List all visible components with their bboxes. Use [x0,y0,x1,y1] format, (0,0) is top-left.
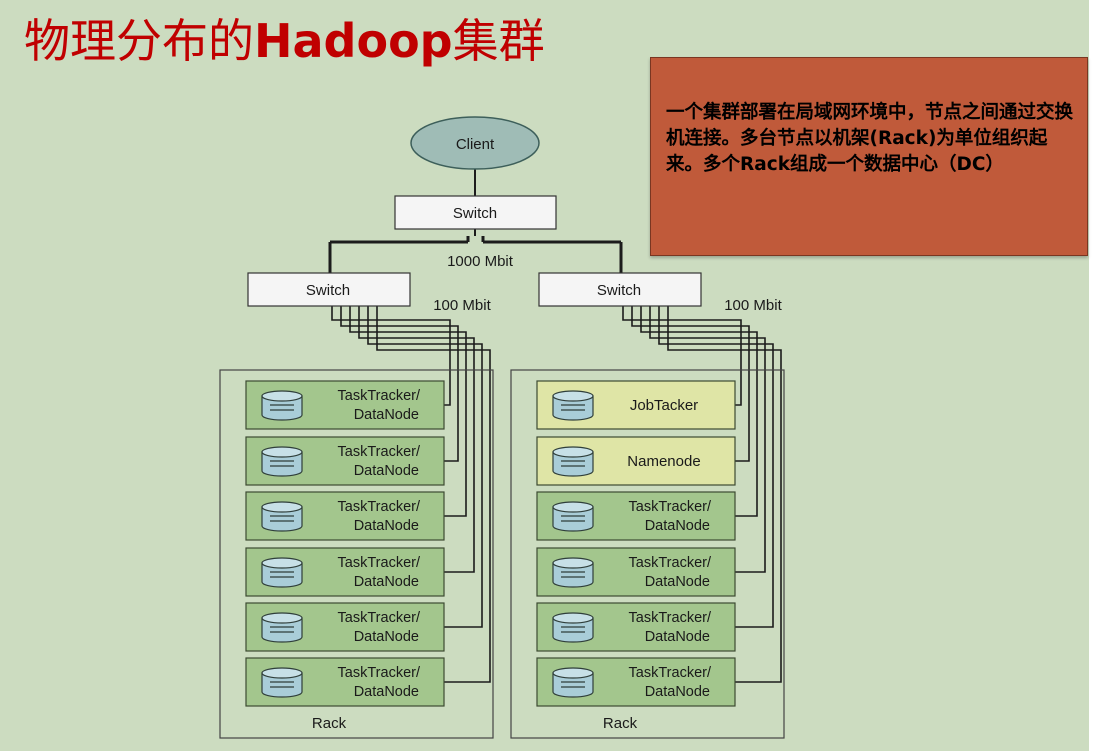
disk-top [552,390,594,402]
rack-label-1: Rack [312,715,347,732]
database-cylinder-icon [261,390,303,421]
disk-top [552,446,594,458]
database-cylinder-icon [261,446,303,477]
node-label-line1: TaskTracker/ [338,610,421,626]
disk-top [261,501,303,513]
node-label-line2: DataNode [645,629,710,645]
node-label-line1: TaskTracker/ [338,444,421,460]
rack-link-speed-2: 100 Mbit [724,297,782,314]
node-label-line2: DataNode [354,518,419,534]
disk-top [261,557,303,569]
node-label-line2: DataNode [354,574,419,590]
node-label-line2: DataNode [645,684,710,700]
node-label-line2: DataNode [354,684,419,700]
database-cylinder-icon [552,612,594,643]
client-label: Client [456,136,495,153]
diagram-shapes: Client Switch 1000 Mbit Switch 100 Mbit Rack T… [219,116,785,739]
node-label-line2: DataNode [645,574,710,590]
node-label-line2: DataNode [354,629,419,645]
node-label-line2: DataNode [354,407,419,423]
database-cylinder-icon [552,667,594,698]
node-label-line2: DataNode [645,518,710,534]
database-cylinder-icon [552,390,594,421]
node-label-line1: TaskTracker/ [629,665,712,681]
database-cylinder-icon [552,557,594,588]
database-cylinder-icon [552,501,594,532]
database-cylinder-icon [261,612,303,643]
node-label-line1: TaskTracker/ [338,555,421,571]
disk-top [261,612,303,624]
database-cylinder-icon [261,557,303,588]
rack-switch-label-1: Switch [306,282,350,299]
disk-top [552,557,594,569]
database-cylinder-icon [552,446,594,477]
node-label-line1: TaskTracker/ [338,499,421,515]
disk-top [552,612,594,624]
node-label: JobTacker [630,397,698,414]
disk-top [552,501,594,513]
rack-switch-label-2: Switch [597,282,641,299]
node-label-line1: TaskTracker/ [338,388,421,404]
disk-top [552,667,594,679]
uplink-speed-label: 1000 Mbit [447,253,514,270]
node-label-line1: TaskTracker/ [629,499,712,515]
node-label-line1: TaskTracker/ [629,610,712,626]
disk-top [261,446,303,458]
node-label-line1: TaskTracker/ [338,665,421,681]
database-cylinder-icon [261,667,303,698]
database-cylinder-icon [261,501,303,532]
rack-label-2: Rack [603,715,638,732]
node-label: Namenode [627,453,700,470]
rack-link-speed-1: 100 Mbit [433,297,491,314]
core-switch-label: Switch [453,205,497,222]
disk-top [261,390,303,402]
cluster-diagram: Client Switch 1000 Mbit Switch 100 Mbit Rack T… [219,116,785,739]
node-label-line2: DataNode [354,463,419,479]
disk-top [261,667,303,679]
node-label-line1: TaskTracker/ [629,555,712,571]
